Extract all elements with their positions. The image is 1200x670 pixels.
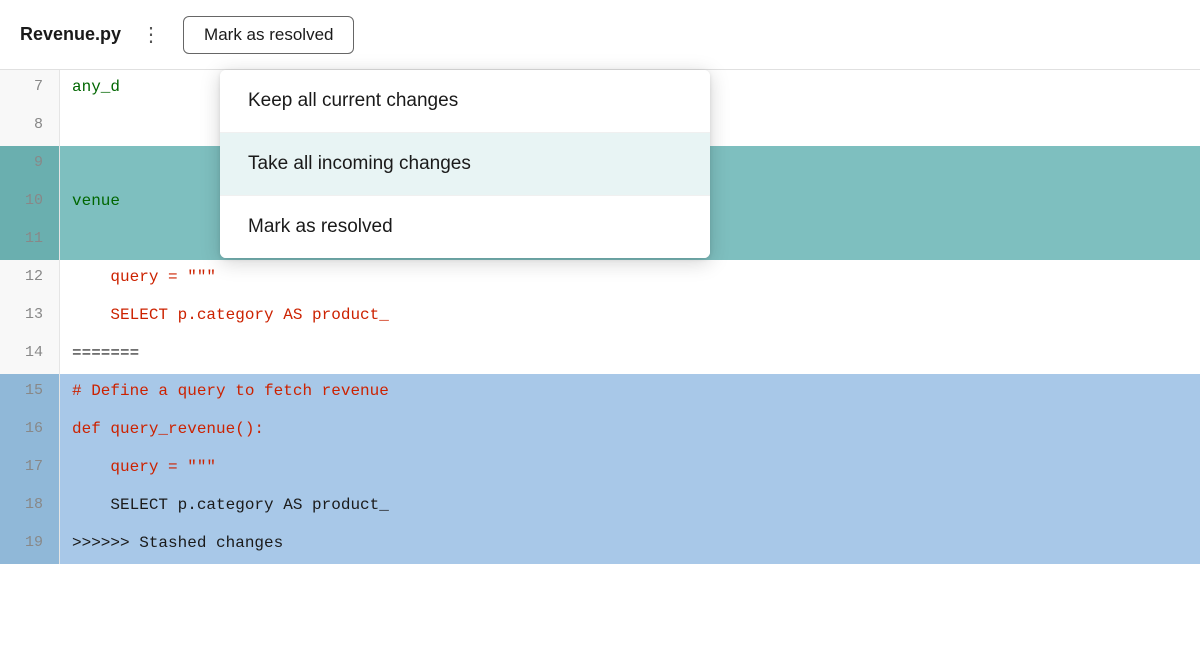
mark-as-resolved-button[interactable]: Mark as resolved (183, 16, 354, 54)
line-number-18: 18 (0, 488, 60, 526)
line-content-15: # Define a query to fetch revenue (60, 374, 1200, 412)
header-bar: Revenue.py ⋮ Mark as resolved (0, 0, 1200, 70)
line-content-13: SELECT p.category AS product_ (60, 298, 1200, 336)
line-content-12: query = """ (60, 260, 1200, 298)
code-line-19: 19 >>>>>> Stashed changes (0, 526, 1200, 564)
code-line-12: 12 query = """ (0, 260, 1200, 298)
line-content-19: >>>>>> Stashed changes (60, 526, 1200, 564)
line-content-16: def query_revenue(): (60, 412, 1200, 450)
editor-container: Revenue.py ⋮ Mark as resolved 7 any_d 8 … (0, 0, 1200, 670)
line-number-8: 8 (0, 108, 60, 146)
line-number-11: 11 (0, 222, 60, 260)
code-line-18: 18 SELECT p.category AS product_ (0, 488, 1200, 526)
file-title: Revenue.py (20, 24, 121, 45)
line-number-17: 17 (0, 450, 60, 488)
code-line-14: 14 ======= (0, 336, 1200, 374)
code-line-15: 15 # Define a query to fetch revenue (0, 374, 1200, 412)
line-number-13: 13 (0, 298, 60, 336)
dropdown-item-mark-resolved[interactable]: Mark as resolved (220, 196, 710, 258)
line-number-12: 12 (0, 260, 60, 298)
line-number-19: 19 (0, 526, 60, 564)
line-number-9: 9 (0, 146, 60, 184)
line-number-10: 10 (0, 184, 60, 222)
line-content-18: SELECT p.category AS product_ (60, 488, 1200, 526)
dropdown-menu: Keep all current changes Take all incomi… (220, 70, 710, 258)
code-line-16: 16 def query_revenue(): (0, 412, 1200, 450)
dots-menu-icon[interactable]: ⋮ (133, 18, 171, 51)
line-number-15: 15 (0, 374, 60, 412)
dropdown-item-keep-current[interactable]: Keep all current changes (220, 70, 710, 133)
dropdown-item-take-incoming[interactable]: Take all incoming changes (220, 133, 710, 196)
line-number-14: 14 (0, 336, 60, 374)
code-line-13: 13 SELECT p.category AS product_ (0, 298, 1200, 336)
line-number-7: 7 (0, 70, 60, 108)
line-content-17: query = """ (60, 450, 1200, 488)
code-line-17: 17 query = """ (0, 450, 1200, 488)
line-content-14: ======= (60, 336, 1200, 374)
line-number-16: 16 (0, 412, 60, 450)
